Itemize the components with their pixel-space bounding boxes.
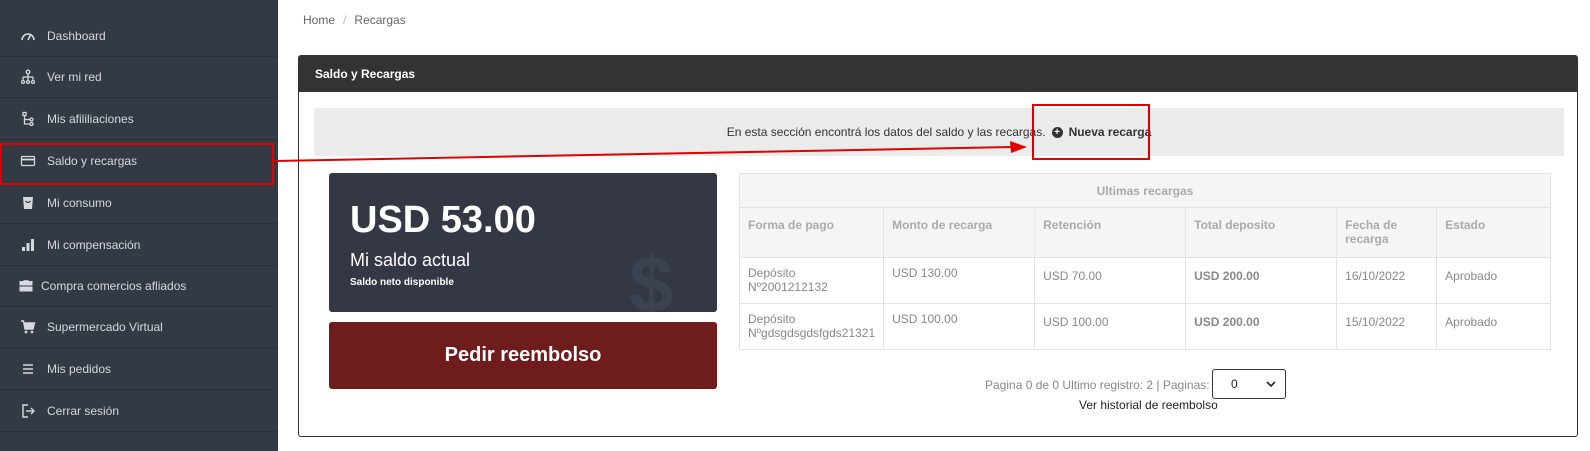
refund-button[interactable]: Pedir reembolso (329, 322, 717, 389)
cell-retencion: USD 70.00 (1034, 257, 1187, 304)
sidebar-item-compra-comercios[interactable]: Compra comercios afliados (0, 265, 278, 307)
column-header: Monto de recarga (883, 207, 1036, 258)
sidebar-item-label: Compra comercios afliados (41, 278, 187, 293)
sidebar-item-supermercado-virtual[interactable]: Supermercado Virtual (0, 306, 278, 348)
breadcrumb-home[interactable]: Home (303, 13, 335, 27)
cell-fecha: 16/10/2022 (1336, 257, 1438, 304)
dollar-watermark-icon: $ (629, 240, 674, 312)
sidebar-item-label: Cerrar sesión (47, 403, 120, 418)
network-icon (19, 68, 37, 86)
affiliation-icon (19, 110, 37, 128)
cell-retencion: USD 100.00 (1034, 303, 1187, 350)
page-select[interactable]: 0 (1212, 369, 1286, 399)
page-select-value: 0 (1231, 377, 1238, 391)
sidebar-item-label: Supermercado Virtual (47, 319, 163, 334)
breadcrumb: Home / Recargas (303, 13, 406, 27)
column-header: Retención (1034, 207, 1187, 258)
sidebar-item-mis-pedidos[interactable]: Mis pedidos (0, 348, 278, 390)
column-header: Estado (1436, 207, 1551, 258)
table-row: Depósito Nº2001212132 USD 130.00 USD 70.… (738, 257, 1551, 304)
sidebar-item-mis-afiliaciones[interactable]: Mis afililiaciones (0, 98, 278, 140)
cart-basket-icon (19, 194, 37, 212)
sidebar-item-dashboard[interactable]: Dashboard (0, 15, 278, 57)
sidebar-item-label: Mis pedidos (47, 361, 112, 376)
recharges-table: Ultimas recargas Forma de pago Monto de … (738, 173, 1551, 350)
sidebar-item-label: Mis afililiaciones (47, 111, 134, 126)
cell-forma-pago: Depósito Nº2001212132 (738, 257, 885, 304)
sidebar-item-cerrar-sesion[interactable]: Cerrar sesión (0, 390, 278, 432)
breadcrumb-separator: / (343, 13, 347, 27)
historial-link[interactable]: Ver historial de reembolso (1079, 398, 1218, 412)
chevron-down-icon (1266, 377, 1276, 391)
column-header: Forma de pago (738, 207, 885, 258)
column-header: Fecha de recarga (1336, 207, 1438, 258)
cell-total: USD 200.00 (1185, 257, 1338, 304)
logout-icon (19, 402, 37, 420)
sidebar-item-ver-mi-red[interactable]: Ver mi red (0, 56, 278, 98)
sidebar-item-label: Ver mi red (47, 69, 102, 84)
cell-estado: Aprobado (1436, 303, 1551, 350)
saldo-card: Saldo y Recargas En esta sección encontr… (298, 55, 1578, 437)
table-caption: Ultimas recargas (739, 173, 1551, 208)
briefcase-icon (17, 277, 35, 295)
shopping-cart-icon (19, 318, 37, 336)
balance-amount: USD 53.00 (350, 199, 536, 241)
sidebar-item-label: Dashboard (47, 28, 106, 43)
info-text: En esta sección encontrá los datos del s… (726, 125, 1046, 139)
pager-text: Pagina 0 de 0 Ultimo registro: 2 | Pagin… (985, 378, 1210, 392)
speedometer-icon (19, 27, 37, 45)
balance-sub: Saldo neto disponible (350, 277, 454, 288)
cell-estado: Aprobado (1436, 257, 1551, 304)
balance-label: Mi saldo actual (350, 250, 471, 270)
sidebar: Dashboard Ver mi red Mis afililiaciones … (0, 0, 278, 451)
cell-monto: USD 130.00 (883, 257, 1036, 304)
highlight-box-sidebar (0, 143, 274, 185)
breadcrumb-current: Recargas (354, 13, 406, 27)
table-row: Depósito Nºgdsgdsgdsfgds21321 USD 100.00… (738, 303, 1551, 350)
balance-box: $ USD 53.00 Mi saldo actual Saldo neto d… (329, 173, 717, 312)
highlight-box-nueva-recarga (1032, 104, 1150, 160)
sidebar-item-label: Mi compensación (47, 237, 141, 252)
column-header: Total deposito (1185, 207, 1338, 258)
sidebar-item-label: Mi consumo (47, 195, 112, 210)
cell-total: USD 200.00 (1185, 303, 1338, 350)
sidebar-item-mi-consumo[interactable]: Mi consumo (0, 182, 278, 224)
cell-forma-pago: Depósito Nºgdsgdsgdsfgds21321 (738, 303, 885, 350)
cell-fecha: 15/10/2022 (1336, 303, 1438, 350)
card-title: Saldo y Recargas (299, 56, 1577, 92)
app: Dashboard Ver mi red Mis afililiaciones … (0, 0, 1590, 451)
cell-monto: USD 100.00 (883, 303, 1036, 350)
sidebar-item-mi-compensacion[interactable]: Mi compensación (0, 224, 278, 266)
bar-chart-icon (19, 236, 37, 254)
info-bar: En esta sección encontrá los datos del s… (314, 108, 1564, 156)
list-icon (19, 360, 37, 378)
